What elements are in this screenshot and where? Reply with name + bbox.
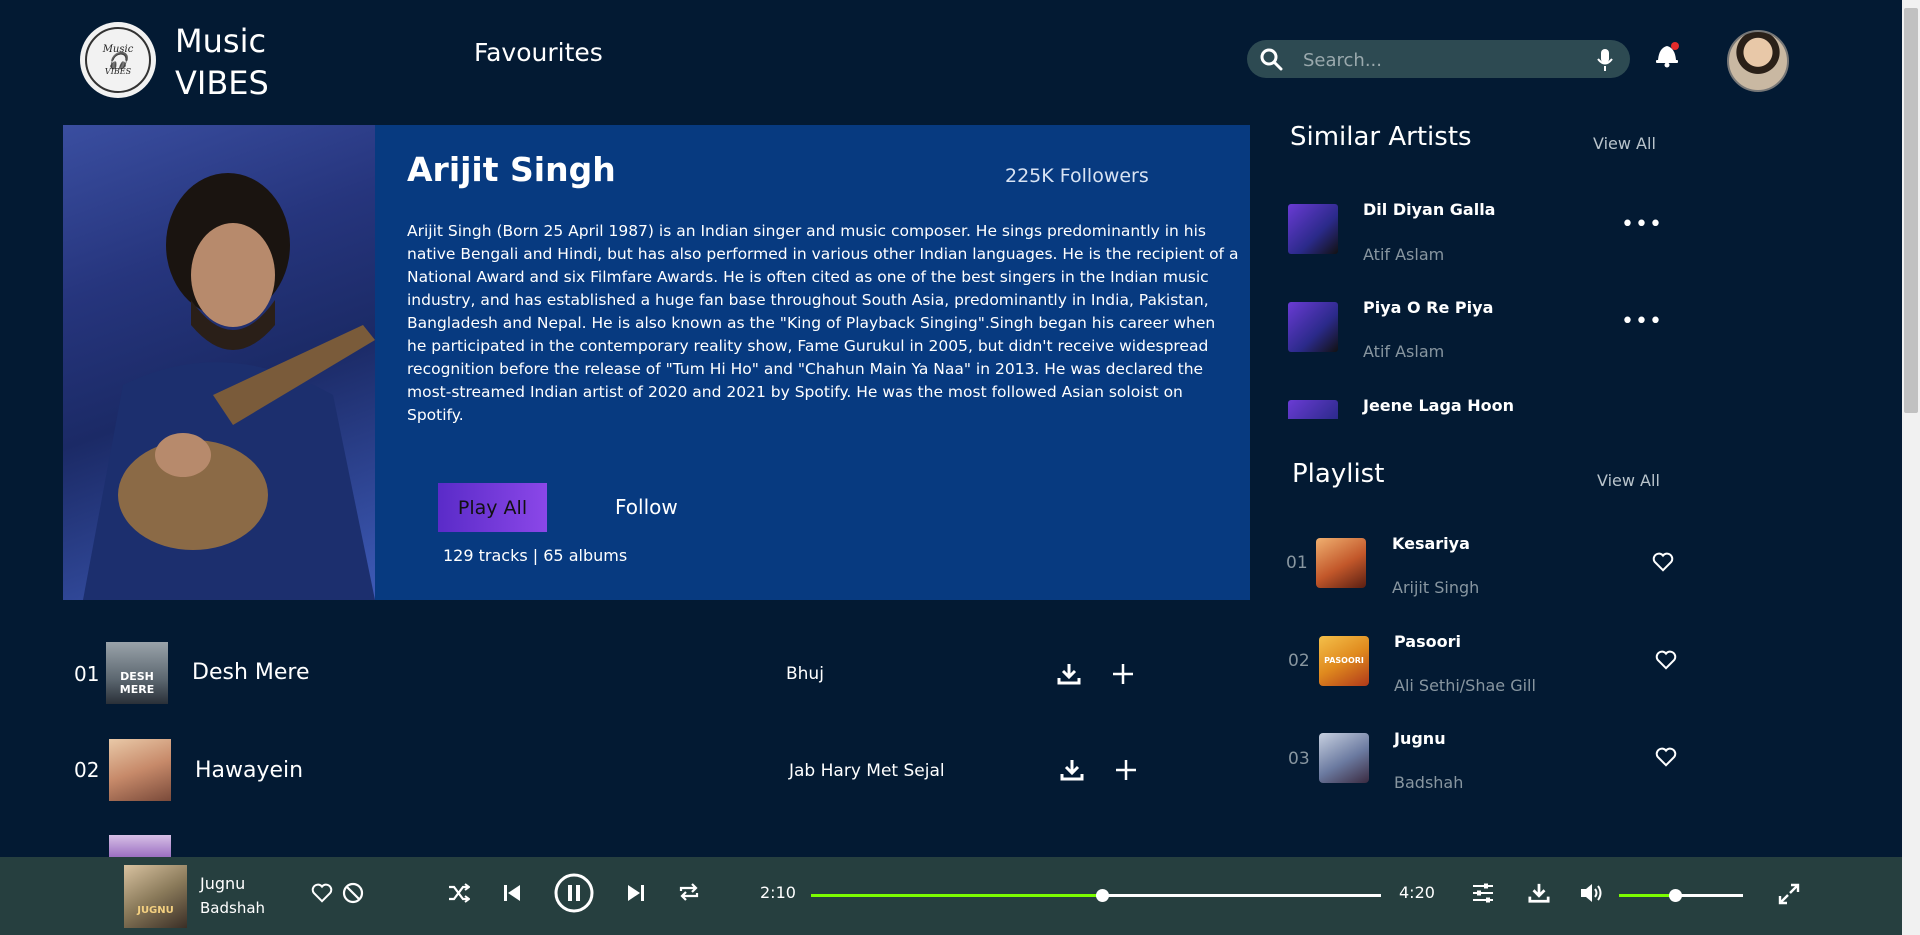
playlist-thumbnail[interactable] [1319,733,1369,783]
thumb-caption: DESH MERE [119,670,155,696]
now-playing-thumbnail[interactable]: JUGNU [124,865,187,928]
volume-knob[interactable] [1668,889,1682,902]
heart-icon[interactable] [1652,552,1674,572]
brand-name: Music VIBES [175,20,269,104]
artist-name: Arijit Singh [407,150,616,189]
heart-icon[interactable] [311,883,333,903]
similar-song-title[interactable]: Piya O Re Piya [1363,298,1493,317]
avatar[interactable] [1727,30,1789,92]
brand-line1: Music [175,22,267,60]
download-icon[interactable] [1528,882,1550,904]
volume-icon[interactable] [1580,882,1606,904]
more-options-icon[interactable]: ••• [1621,309,1663,334]
playlist-artist: Ali Sethi/Shae Gill [1394,676,1536,695]
search-input[interactable] [1301,40,1575,80]
song-thumbnail-partial[interactable] [109,835,171,857]
song-title[interactable]: Desh Mere [192,660,310,685]
download-icon[interactable] [1060,758,1084,782]
playlist-song-title[interactable]: Kesariya [1392,534,1470,553]
song-number: 02 [74,758,100,782]
heart-icon[interactable] [1655,650,1677,670]
shuffle-icon[interactable] [448,882,470,904]
nav-favourites[interactable]: Favourites [474,38,603,67]
progress-knob[interactable] [1095,889,1109,902]
playlist-thumbnail[interactable]: PASOORI [1319,636,1369,686]
add-icon[interactable] [1115,759,1137,781]
search-icon[interactable] [1259,47,1283,71]
similar-song-title[interactable]: Jeene Laga Hoon [1363,396,1514,415]
similar-artists-heading: Similar Artists [1290,122,1472,152]
scrollbar-thumb[interactable] [1904,8,1918,413]
add-icon[interactable] [1112,663,1134,685]
similar-song-title[interactable]: Dil Diyan Galla [1363,200,1495,219]
playlist-heading: Playlist [1292,459,1385,489]
logo-badge: Music 🎧 VIBES [85,27,151,93]
song-album[interactable]: Bhuj [786,664,824,684]
logo-bottom-text: VIBES [104,66,132,76]
artist-bio: Arijit Singh (Born 25 April 1987) is an … [407,222,1239,424]
tracks-albums-count: 129 tracks | 65 albums [443,546,628,565]
repeat-icon[interactable] [678,881,700,903]
song-number: 01 [74,662,100,686]
next-icon[interactable] [627,883,645,903]
duration-time: 4:20 [1399,883,1435,902]
logo[interactable]: Music 🎧 VIBES [80,22,156,98]
more-options-icon[interactable]: ••• [1621,212,1663,237]
playlist-artist: Badshah [1394,773,1464,792]
volume-track[interactable] [1619,889,1743,902]
song-title[interactable]: Hawayein [195,758,303,783]
play-all-button[interactable]: Play All [438,483,547,532]
playlist-number: 02 [1288,651,1310,671]
song-thumbnail[interactable]: DESH MERE [106,642,168,704]
similar-view-all-link[interactable]: View All [1593,134,1656,153]
headphones-icon: 🎧 [108,50,128,70]
artist-thumbnail[interactable] [1288,302,1338,352]
followers-count: 225K Followers [1005,165,1149,187]
bell-icon[interactable] [1654,40,1680,68]
now-playing-title[interactable]: Jugnu [200,874,245,893]
similar-artist-name: Atif Aslam [1363,245,1445,264]
equalizer-icon[interactable] [1472,882,1494,904]
previous-icon[interactable] [503,883,521,903]
playlist-number: 03 [1288,749,1310,769]
artist-thumbnail-partial[interactable] [1288,400,1338,419]
microphone-icon[interactable] [1597,48,1613,72]
player-bar: JUGNU Jugnu Badshah 2:10 4:20 [0,857,1902,935]
fullscreen-icon[interactable] [1778,883,1800,905]
playlist-thumbnail[interactable] [1316,538,1366,588]
volume-fill [1619,894,1675,897]
playlist-view-all-link[interactable]: View All [1597,471,1660,490]
progress-track[interactable] [811,889,1381,902]
pause-icon[interactable] [554,873,594,913]
thumb-caption: JUGNU [137,905,174,916]
elapsed-time: 2:10 [760,883,796,902]
download-icon[interactable] [1057,662,1081,686]
playlist-song-title[interactable]: Jugnu [1394,729,1446,748]
brand-line2: VIBES [175,64,269,102]
similar-artist-name: Atif Aslam [1363,342,1445,361]
artist-thumbnail[interactable] [1288,204,1338,254]
progress-fill [811,894,1102,897]
thumb-caption: PASOORI [1324,656,1364,665]
heart-icon[interactable] [1655,747,1677,767]
artist-photo [63,125,375,600]
playlist-artist: Arijit Singh [1392,578,1480,597]
playlist-song-title[interactable]: Pasoori [1394,632,1461,651]
now-playing-artist[interactable]: Badshah [200,899,265,917]
playlist-number: 01 [1286,553,1308,573]
block-icon[interactable] [342,882,364,904]
song-thumbnail[interactable] [109,739,171,801]
follow-button[interactable]: Follow [615,495,678,519]
search-bar [1247,40,1630,80]
song-album[interactable]: Jab Hary Met Sejal [789,761,945,781]
